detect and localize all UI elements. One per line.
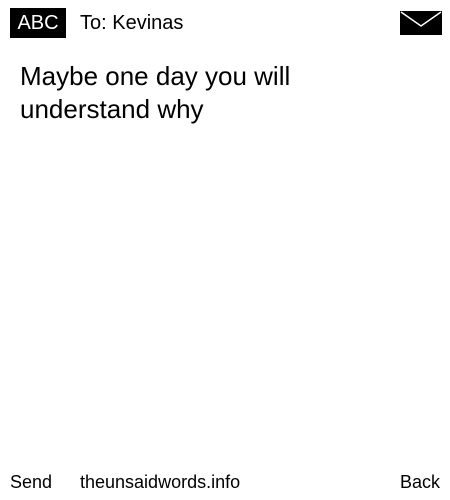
send-button[interactable]: Send bbox=[10, 471, 52, 493]
message-header: ABC To: Kevinas bbox=[0, 0, 450, 46]
softkey-bar: Send theunsaidwords.info Back bbox=[0, 466, 450, 500]
back-button[interactable]: Back bbox=[400, 471, 440, 493]
message-text[interactable]: Maybe one day you will understand why bbox=[20, 60, 320, 126]
recipient-label: To: Kevinas bbox=[80, 12, 184, 34]
website-label: theunsaidwords.info bbox=[80, 472, 241, 492]
envelope-icon bbox=[400, 11, 442, 35]
input-mode-badge[interactable]: ABC bbox=[10, 8, 66, 38]
